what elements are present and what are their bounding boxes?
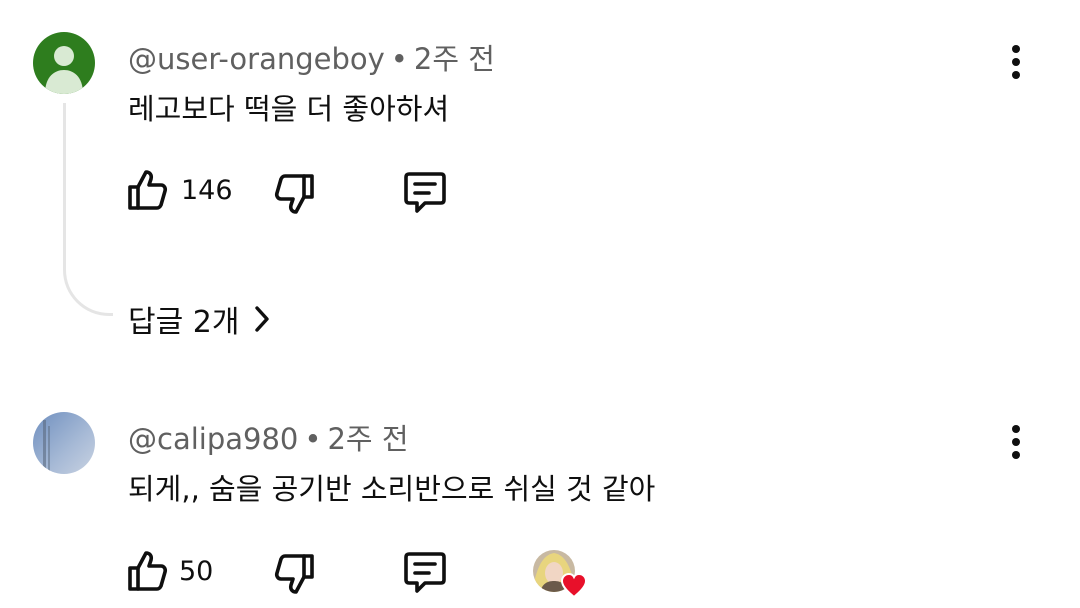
reply-icon [404, 552, 446, 593]
reply-icon [404, 172, 446, 213]
reply-button[interactable] [403, 550, 447, 594]
comment-text: 레고보다 떡을 더 좋아하셔 [128, 92, 450, 126]
replies-label: 답글 2개 [128, 305, 240, 340]
dislike-icon [274, 174, 314, 214]
dislike-button[interactable] [274, 172, 316, 216]
more-vert-icon[interactable] [1003, 424, 1029, 460]
like-button[interactable] [126, 168, 168, 212]
comment-time[interactable]: 2주 전 [414, 42, 495, 76]
chevron-right-icon [253, 305, 271, 333]
reply-button[interactable] [403, 170, 447, 214]
meta-separator: • [304, 422, 322, 456]
dislike-icon [274, 554, 314, 594]
avatar[interactable] [33, 412, 95, 474]
avatar[interactable] [33, 32, 95, 94]
like-icon [128, 551, 168, 591]
thread-connector [63, 103, 113, 316]
comment-author[interactable]: @user-orangeboy [128, 42, 385, 76]
comment-text: 되게,, 숨을 공기반 소리반으로 쉬실 것 같아 [128, 472, 656, 506]
profile-photo [33, 412, 95, 474]
comment-meta: @calipa980 • 2주 전 [128, 416, 409, 458]
dislike-button[interactable] [274, 552, 316, 596]
view-replies-button[interactable]: 답글 2개 [128, 297, 271, 341]
meta-separator: • [390, 42, 408, 76]
heart-icon [560, 573, 588, 599]
more-vert-icon[interactable] [1003, 44, 1029, 80]
like-count: 50 [179, 556, 214, 587]
comment-author[interactable]: @calipa980 [128, 422, 298, 456]
comment-meta: @user-orangeboy • 2주 전 [128, 36, 495, 78]
default-avatar-icon [45, 46, 83, 94]
comment-time[interactable]: 2주 전 [327, 422, 408, 456]
like-icon [128, 170, 168, 210]
like-button[interactable] [126, 549, 168, 593]
like-count: 146 [181, 175, 233, 206]
creator-heart-badge[interactable] [532, 549, 588, 601]
